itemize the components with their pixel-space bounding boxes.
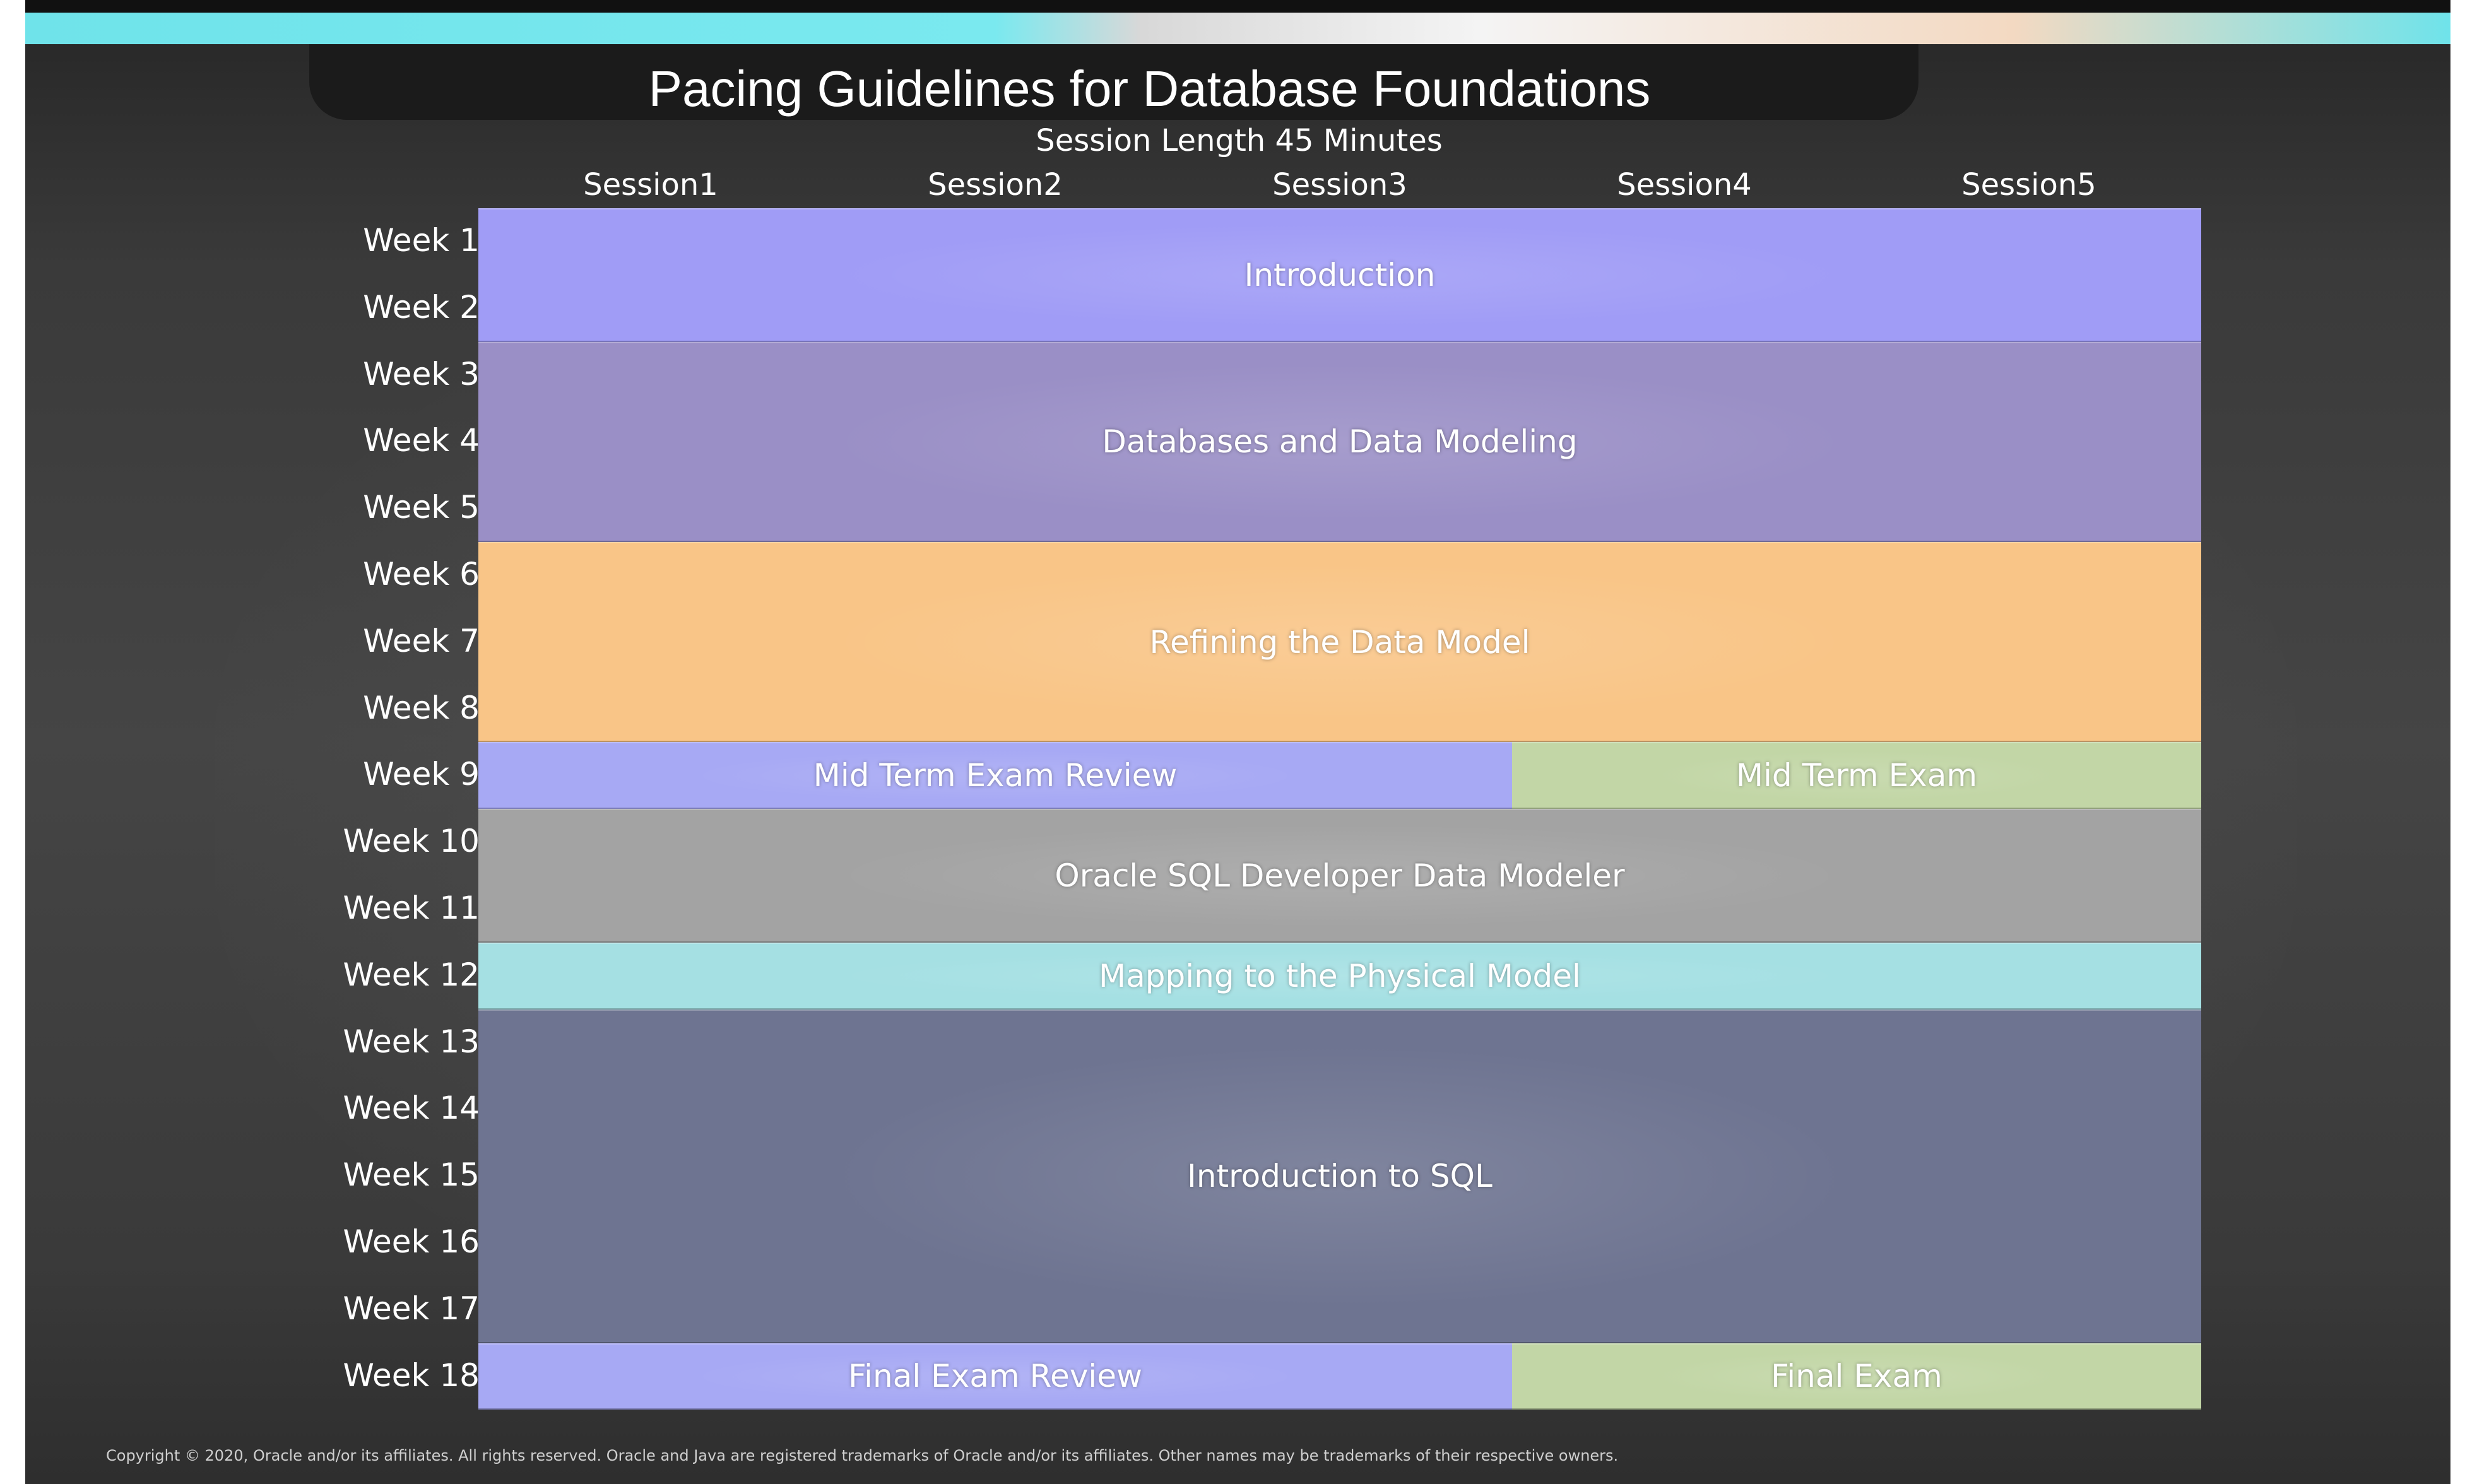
session-header-4: Session4 bbox=[1617, 167, 1752, 203]
block-databases-and-data-modeling: Databases and Data Modeling bbox=[478, 341, 2201, 542]
block-label: Databases and Data Modeling bbox=[1102, 423, 1578, 461]
week-label-13: Week 13 bbox=[343, 1023, 480, 1060]
week-label-11: Week 11 bbox=[343, 890, 480, 926]
week-label-10: Week 10 bbox=[343, 823, 480, 860]
top-color-band bbox=[25, 13, 2450, 44]
week-label-1: Week 1 bbox=[363, 222, 480, 259]
block-label: Mid Term Exam Review bbox=[813, 757, 1178, 794]
week-label-2: Week 2 bbox=[363, 288, 480, 326]
page-title: Pacing Guidelines for Database Foundatio… bbox=[648, 61, 1651, 117]
week-label-18: Week 18 bbox=[343, 1357, 480, 1394]
week-label-9: Week 9 bbox=[363, 756, 480, 793]
block-introduction: Introduction bbox=[478, 208, 2201, 342]
session-header-5: Session5 bbox=[1961, 167, 2096, 203]
session-header-3: Session3 bbox=[1272, 167, 1407, 203]
block-mid-term-exam: Mid Term Exam bbox=[1512, 742, 2201, 810]
week-label-8: Week 8 bbox=[363, 689, 480, 726]
week-label-4: Week 4 bbox=[363, 422, 480, 459]
week-label-15: Week 15 bbox=[343, 1157, 480, 1194]
block-label: Final Exam Review bbox=[848, 1358, 1142, 1395]
week-label-12: Week 12 bbox=[343, 956, 480, 993]
block-mid-term-exam-review: Mid Term Exam Review bbox=[478, 742, 1512, 810]
slide-canvas: Pacing Guidelines for Database Foundatio… bbox=[0, 0, 2465, 1484]
page-subtitle: Session Length 45 Minutes bbox=[1036, 123, 1443, 158]
block-introduction-to-sql: Introduction to SQL bbox=[478, 1009, 2201, 1343]
block-refining-the-data-model: Refining the Data Model bbox=[478, 542, 2201, 743]
top-edge bbox=[25, 0, 2450, 13]
block-label: Final Exam bbox=[1771, 1358, 1942, 1395]
block-mapping-to-the-physical-model: Mapping to the Physical Model bbox=[478, 942, 2201, 1010]
block-final-exam-review: Final Exam Review bbox=[478, 1343, 1512, 1410]
slide-background: Pacing Guidelines for Database Foundatio… bbox=[25, 0, 2450, 1484]
session-header-2: Session2 bbox=[928, 167, 1063, 203]
block-label: Refining the Data Model bbox=[1149, 623, 1530, 661]
week-label-14: Week 14 bbox=[343, 1090, 480, 1127]
block-label: Introduction to SQL bbox=[1187, 1158, 1493, 1195]
block-label: Introduction bbox=[1244, 256, 1436, 293]
block-label: Mid Term Exam bbox=[1735, 757, 1978, 794]
week-label-7: Week 7 bbox=[363, 622, 480, 659]
week-label-17: Week 17 bbox=[343, 1290, 480, 1327]
block-label: Mapping to the Physical Model bbox=[1099, 957, 1581, 994]
block-final-exam: Final Exam bbox=[1512, 1343, 2201, 1410]
copyright-notice: Copyright © 2020, Oracle and/or its affi… bbox=[106, 1447, 1619, 1464]
week-label-6: Week 6 bbox=[363, 556, 480, 592]
block-oracle-sql-developer-data-modeler: Oracle SQL Developer Data Modeler bbox=[478, 809, 2201, 943]
block-label: Oracle SQL Developer Data Modeler bbox=[1055, 857, 1625, 894]
week-label-3: Week 3 bbox=[363, 355, 480, 392]
session-header-1: Session1 bbox=[583, 167, 718, 203]
week-label-16: Week 16 bbox=[343, 1223, 480, 1260]
week-label-5: Week 5 bbox=[363, 489, 480, 526]
